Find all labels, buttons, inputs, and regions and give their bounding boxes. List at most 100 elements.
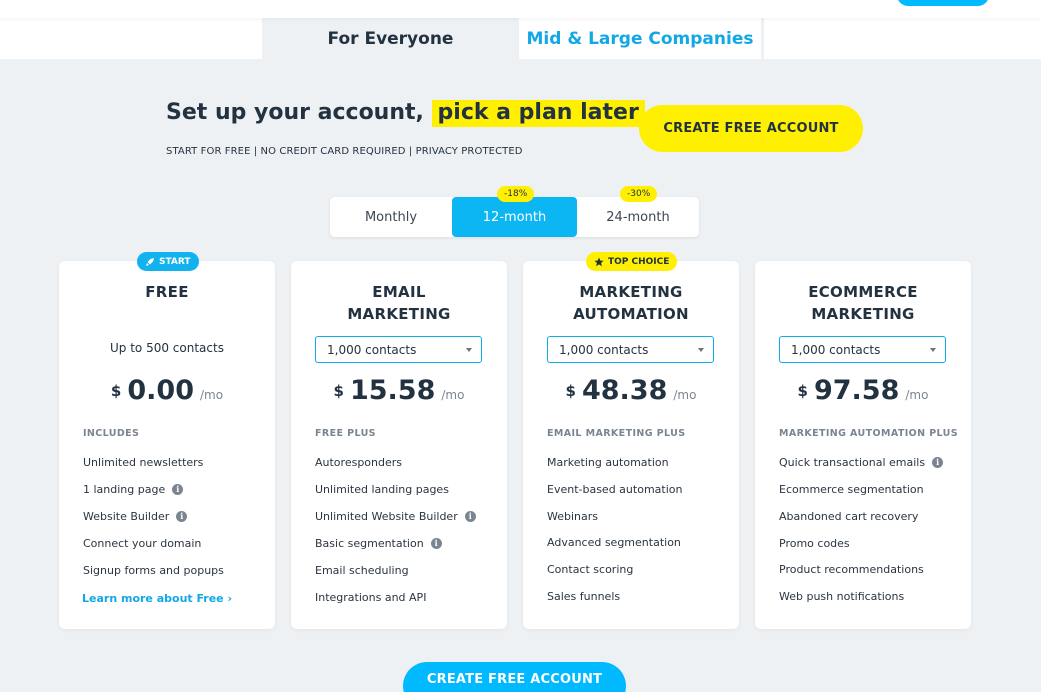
discount-badge-12: -18% bbox=[497, 186, 535, 202]
info-icon[interactable]: i bbox=[176, 511, 188, 522]
hero-title-start: Set up your account, bbox=[166, 100, 432, 125]
features-heading: EMAIL MARKETING PLUS bbox=[547, 428, 686, 439]
feature-label: Autoresponders bbox=[315, 456, 403, 469]
contacts-selected: 1,000 contacts bbox=[791, 342, 881, 357]
contacts-select[interactable]: 1,000 contacts bbox=[315, 336, 482, 363]
plan-title: MARKETING bbox=[811, 305, 915, 323]
plan-card-marketing-automation: TOP CHOICE MARKETING AUTOMATION 1,000 co… bbox=[523, 252, 739, 629]
plan-card-free: START FREE Up to 500 contacts $ 0.00 /mo… bbox=[59, 252, 275, 629]
plan-title: MARKETING bbox=[347, 305, 451, 323]
plan-title: MARKETING bbox=[579, 283, 683, 301]
hero-subtitle: START FOR FREE | NO CREDIT CARD REQUIRED… bbox=[166, 146, 523, 157]
tab-for-everyone[interactable]: For Everyone bbox=[262, 18, 519, 59]
price-period: /mo bbox=[673, 388, 697, 402]
top-bar bbox=[0, 0, 1041, 18]
info-icon[interactable]: i bbox=[430, 538, 442, 549]
billing-option-label: 24-month bbox=[606, 209, 670, 225]
billing-option-label: 12-month bbox=[482, 209, 547, 225]
feature-item: 1 landing page i bbox=[83, 483, 184, 496]
start-badge: START bbox=[137, 252, 199, 271]
price: $ 15.58 /mo bbox=[291, 375, 507, 406]
price-amount: 97.58 bbox=[813, 375, 900, 406]
billing-option-label: Monthly bbox=[364, 209, 418, 225]
feature-label: 1 landing page bbox=[83, 483, 166, 496]
badge-label: START bbox=[159, 256, 191, 267]
currency-symbol: $ bbox=[565, 382, 576, 400]
hero-title: Set up your account, pick a plan later bbox=[166, 100, 645, 127]
feature-label: Signup forms and popups bbox=[83, 564, 224, 577]
discount-badge-24: -30% bbox=[620, 186, 658, 202]
feature-item: Marketing automation bbox=[547, 456, 669, 469]
feature-item: Promo codes bbox=[779, 537, 850, 550]
currency-symbol: $ bbox=[333, 382, 344, 400]
chevron-down-icon bbox=[698, 348, 704, 352]
top-choice-badge: TOP CHOICE bbox=[586, 252, 678, 271]
feature-label: Quick transactional emails bbox=[779, 456, 926, 469]
price-amount: 48.38 bbox=[581, 375, 668, 406]
price-amount: 0.00 bbox=[127, 375, 194, 406]
billing-period-toggle: Monthly 12-month -18% 24-month -30% bbox=[330, 186, 699, 237]
badge-label: TOP CHOICE bbox=[608, 256, 670, 267]
feature-item: Unlimited newsletters bbox=[83, 456, 203, 469]
price: $ 48.38 /mo bbox=[523, 375, 739, 406]
feature-label: Promo codes bbox=[779, 537, 850, 550]
feature-item: Abandoned cart recovery bbox=[779, 510, 918, 523]
features-heading: INCLUDES bbox=[83, 428, 140, 439]
contacts-select[interactable]: 1,000 contacts bbox=[547, 336, 714, 363]
billing-24-month[interactable]: 24-month -30% bbox=[577, 186, 699, 237]
feature-label: Unlimited Website Builder bbox=[315, 510, 458, 523]
info-icon[interactable]: i bbox=[464, 511, 476, 522]
feature-item: Signup forms and popups bbox=[83, 564, 224, 577]
currency-symbol: $ bbox=[797, 382, 808, 400]
feature-item: Website Builder i bbox=[83, 510, 188, 523]
feature-label: Sales funnels bbox=[547, 590, 621, 603]
currency-symbol: $ bbox=[110, 382, 122, 400]
plan-card-ecommerce-marketing: ECOMMERCE MARKETING 1,000 contacts $ 97.… bbox=[755, 261, 971, 629]
price-period: /mo bbox=[905, 388, 929, 402]
price-period: /mo bbox=[441, 388, 465, 402]
hero-title-highlight: pick a plan later bbox=[431, 100, 645, 127]
plan-title: ECOMMERCE bbox=[808, 283, 918, 301]
contacts-select[interactable]: 1,000 contacts bbox=[779, 336, 946, 363]
feature-item: Contact scoring bbox=[547, 563, 633, 576]
plan-title: FREE bbox=[145, 283, 189, 301]
plan-title: EMAIL bbox=[372, 283, 426, 301]
billing-12-month[interactable]: 12-month -18% bbox=[452, 186, 577, 237]
feature-label: Connect your domain bbox=[83, 537, 202, 550]
tab-mid-large-companies[interactable]: Mid & Large Companies bbox=[519, 18, 764, 59]
plan-card-email-marketing: EMAIL MARKETING 1,000 contacts $ 15.58 /… bbox=[291, 261, 507, 629]
feature-item: Web push notifications bbox=[779, 590, 904, 603]
price: $ 0.00 /mo bbox=[59, 375, 275, 406]
learn-more-free-link[interactable]: Learn more about Free › bbox=[82, 592, 232, 605]
star-icon bbox=[594, 257, 604, 266]
feature-item: Ecommerce segmentation bbox=[779, 483, 924, 496]
create-free-account-bottom-button[interactable]: CREATE FREE ACCOUNT bbox=[403, 662, 626, 692]
price-amount: 15.58 bbox=[349, 375, 436, 406]
contacts-selected: 1,000 contacts bbox=[559, 342, 649, 357]
info-icon[interactable]: i bbox=[932, 457, 944, 468]
feature-label: Webinars bbox=[547, 510, 599, 523]
feature-item: Email scheduling bbox=[315, 564, 409, 577]
feature-label: Unlimited newsletters bbox=[83, 456, 204, 469]
create-free-account-button[interactable]: CREATE FREE ACCOUNT bbox=[639, 105, 863, 152]
price-period: /mo bbox=[199, 388, 224, 402]
billing-monthly[interactable]: Monthly bbox=[330, 197, 452, 237]
price: $ 97.58 /mo bbox=[755, 375, 971, 406]
feature-item: Webinars bbox=[547, 510, 598, 523]
feature-label: Website Builder bbox=[83, 510, 170, 523]
feature-item: Unlimited Website Builder i bbox=[315, 510, 476, 523]
features-heading: MARKETING AUTOMATION PLUS bbox=[779, 428, 959, 439]
feature-label: Product recommendations bbox=[779, 563, 924, 576]
feature-label: Contact scoring bbox=[547, 563, 634, 576]
header-button[interactable] bbox=[897, 0, 989, 6]
feature-item: Advanced segmentation bbox=[547, 536, 681, 549]
info-icon[interactable]: i bbox=[172, 484, 184, 495]
feature-item: Unlimited landing pages bbox=[315, 483, 449, 496]
feature-label: Advanced segmentation bbox=[547, 536, 681, 549]
chevron-down-icon bbox=[466, 348, 472, 352]
feature-item: Integrations and API bbox=[315, 591, 426, 604]
feature-label: Integrations and API bbox=[315, 591, 427, 604]
feature-item: Quick transactional emails i bbox=[779, 456, 944, 469]
feature-label: Basic segmentation bbox=[315, 537, 424, 550]
contacts-limit: Up to 500 contacts bbox=[110, 341, 224, 355]
